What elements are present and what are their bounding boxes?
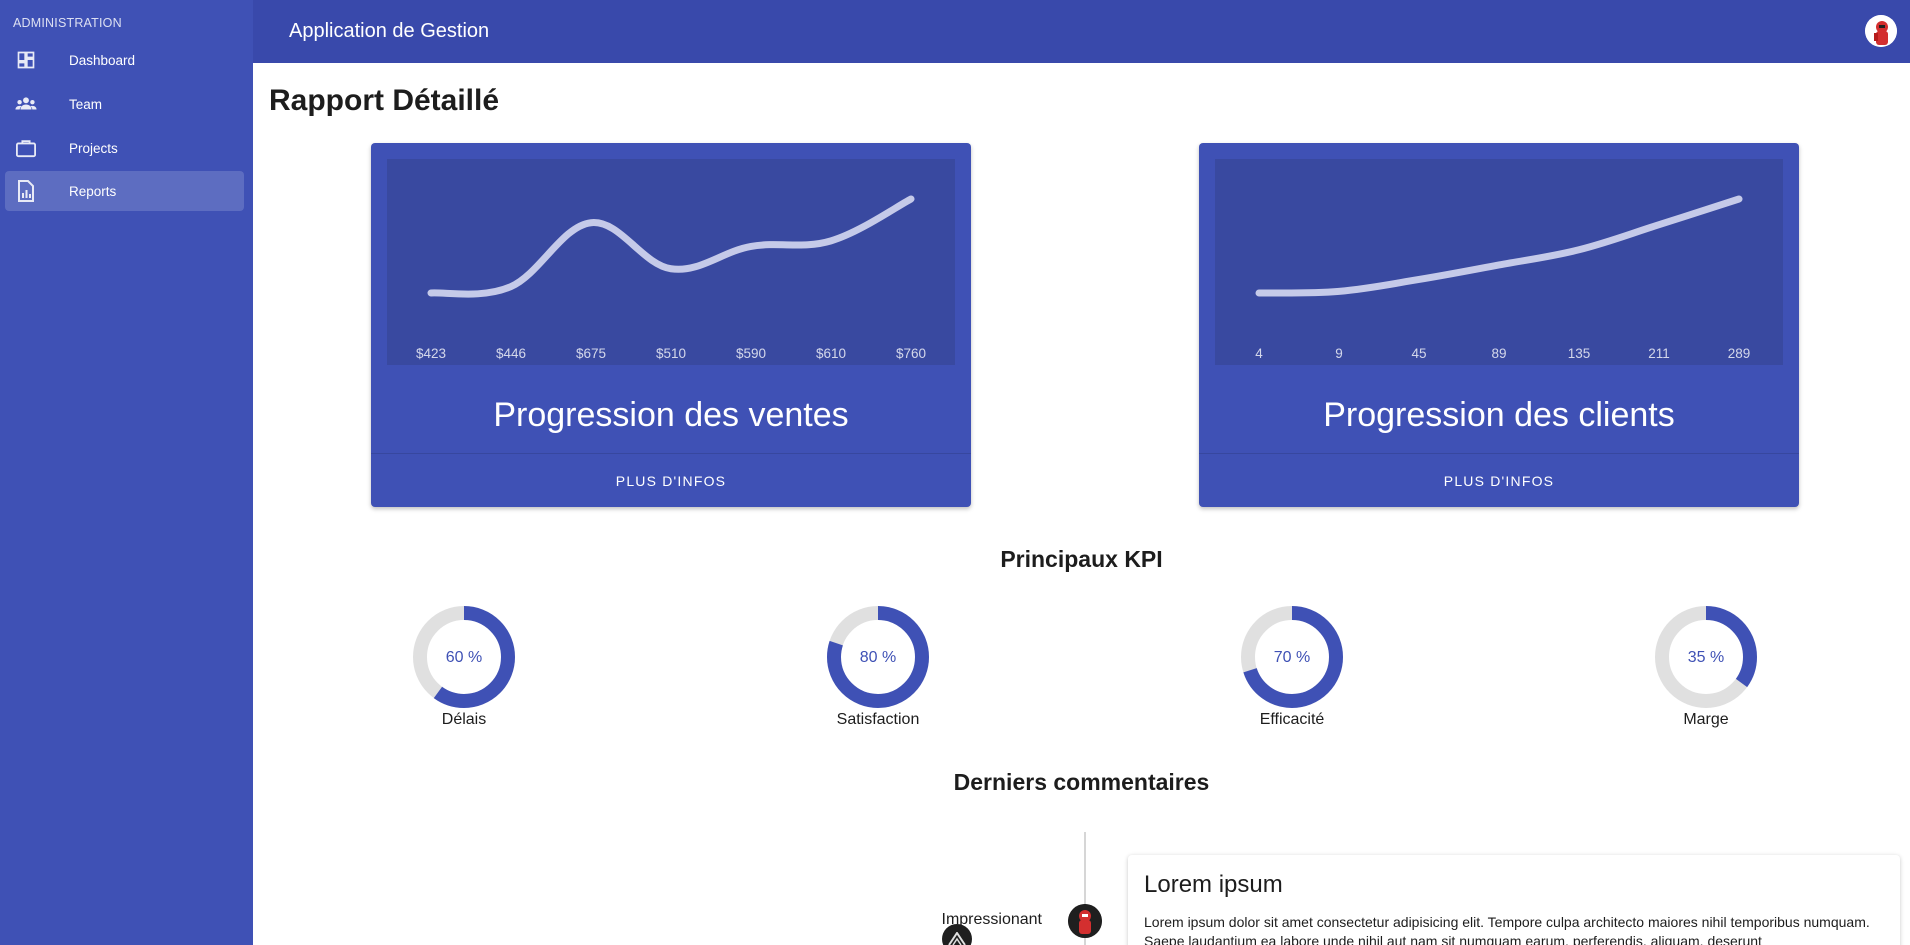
timeline-opposite-text: Impressionant: [941, 911, 1043, 928]
sales-progress-card: $423 $446 $675 $510 $590 $610 $760 Progression…: [371, 143, 971, 507]
kpi-label: Marge: [1683, 711, 1729, 728]
kpi-label: Délais: [441, 711, 487, 728]
sidebar-item-label: Team: [69, 96, 103, 112]
tick-label: 9: [1335, 346, 1343, 361]
more-info-button[interactable]: PLUS D'INFOS: [1199, 454, 1799, 507]
sidebar-item-label: Projects: [69, 140, 118, 156]
avatar-image-icon: [1865, 15, 1897, 47]
kpi-value: 80 %: [859, 649, 897, 666]
page-title: Rapport Détaillé: [269, 84, 500, 117]
tick-label: $423: [416, 346, 446, 361]
clients-line-chart: 4 9 45 89 135 211 289: [1255, 195, 1751, 361]
kpi-section-title: Principaux KPI: [1000, 546, 1163, 572]
report-icon: [15, 180, 37, 202]
comment-title: Lorem ipsum: [1144, 871, 1283, 898]
tick-label: 211: [1648, 346, 1670, 361]
kpi-value: 35 %: [1687, 649, 1725, 666]
app-bar: Application de Gestion: [253, 0, 1910, 63]
kpi-satisfaction: 80 % Satisfaction: [823, 605, 933, 730]
sidebar-item-team[interactable]: Team: [5, 84, 244, 124]
sidebar-item-dashboard[interactable]: Dashboard: [5, 40, 244, 80]
avatar-image-icon: [1068, 904, 1102, 938]
tick-label: $446: [496, 346, 526, 361]
more-info-button[interactable]: PLUS D'INFOS: [371, 454, 971, 507]
briefcase-icon: [15, 137, 37, 159]
sidebar-item-label: Reports: [69, 183, 117, 199]
card-title: Progression des ventes: [493, 396, 849, 434]
tick-label: 4: [1255, 346, 1263, 361]
kpi-label: Efficacité: [1259, 711, 1325, 728]
tick-label: 89: [1491, 346, 1506, 361]
kpi-efficacite: 70 % Efficacité: [1237, 605, 1347, 730]
sidebar-header: ADMINISTRATION: [13, 16, 122, 30]
clients-progress-card: 4 9 45 89 135 211 289 Progression des clients …: [1199, 143, 1799, 507]
tick-label: $610: [816, 346, 846, 361]
sidebar: ADMINISTRATION Dashboard Team Projects R…: [0, 0, 253, 945]
timeline-avatar: [1068, 904, 1102, 938]
comment-text: Lorem ipsum dolor sit amet consectetur a…: [1144, 914, 1870, 945]
tick-label: $760: [896, 346, 926, 361]
team-icon: [15, 93, 37, 115]
tick-label: $675: [576, 346, 606, 361]
kpi-label: Satisfaction: [836, 711, 920, 728]
comments-section-title: Derniers commentaires: [953, 769, 1210, 795]
sidebar-item-label: Dashboard: [69, 52, 136, 68]
series-line: [427, 195, 915, 298]
sidebar-item-reports[interactable]: Reports: [5, 171, 244, 211]
kpi-marge: 35 % Marge: [1651, 605, 1761, 730]
app-title: Application de Gestion: [289, 20, 490, 42]
avatar[interactable]: [1865, 15, 1897, 47]
tick-label: 45: [1411, 346, 1426, 361]
kpi-value: 60 %: [445, 649, 483, 666]
sidebar-item-projects[interactable]: Projects: [5, 128, 244, 168]
sales-line-chart: $423 $446 $675 $510 $590 $610 $760: [416, 195, 926, 361]
card-title: Progression des clients: [1323, 396, 1675, 434]
series-line: [1255, 195, 1743, 297]
tick-label: 289: [1728, 346, 1751, 361]
sales-chart: $423 $446 $675 $510 $590 $610 $760: [387, 159, 955, 365]
comment-card: Lorem ipsum Lorem ipsum dolor sit amet c…: [1128, 855, 1900, 945]
clients-chart: 4 9 45 89 135 211 289: [1215, 159, 1783, 365]
dashboard-icon: [15, 49, 37, 71]
tick-label: 135: [1568, 346, 1591, 361]
tick-label: $590: [736, 346, 766, 361]
kpi-delais: 60 % Délais: [409, 605, 519, 730]
tick-label: $510: [656, 346, 686, 361]
kpi-value: 70 %: [1273, 649, 1311, 666]
